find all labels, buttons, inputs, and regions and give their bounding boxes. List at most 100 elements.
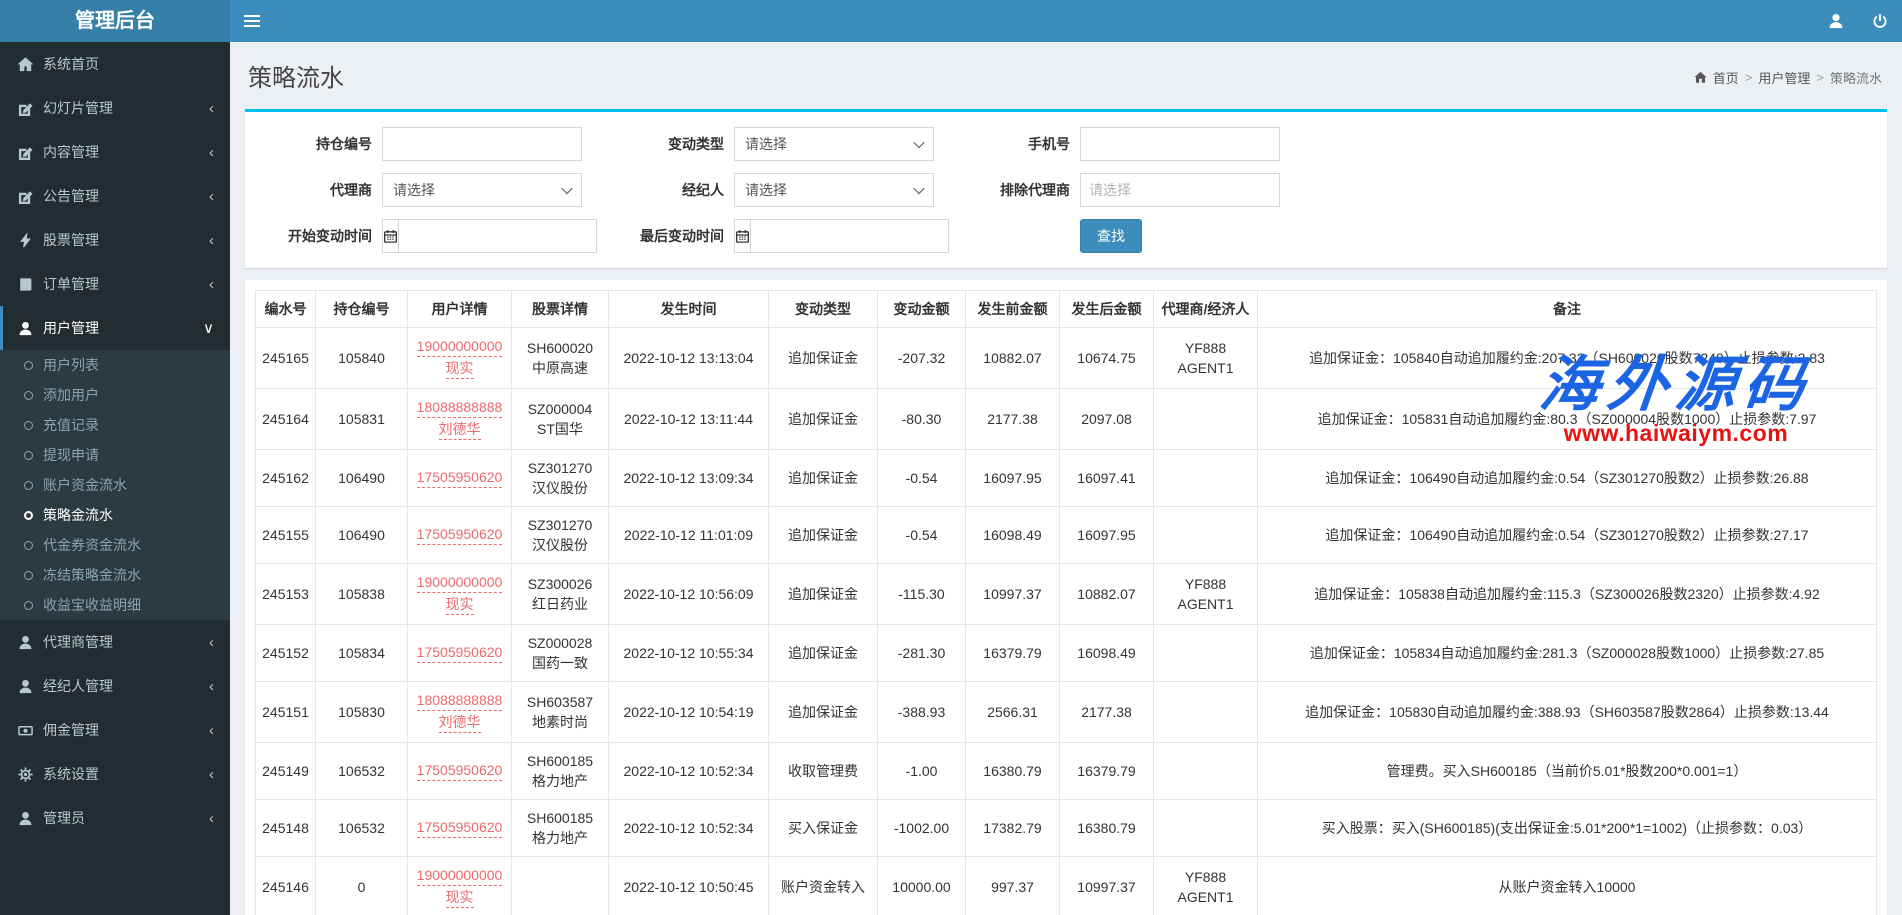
home-icon — [1694, 71, 1707, 84]
change-type-select[interactable]: 请选择 — [734, 127, 934, 161]
time-cell: 2022-10-12 10:52:34 — [609, 800, 769, 857]
before-amount-cell: 17382.79 — [966, 800, 1060, 857]
sidebar-item[interactable]: 系统设置 ‹ — [0, 752, 230, 796]
submenu-item[interactable]: 提现申请 — [0, 440, 230, 470]
breadcrumb-section[interactable]: 用户管理 — [1758, 68, 1810, 87]
agent-broker-cell — [1154, 625, 1258, 682]
column-header: 编水号 — [256, 291, 316, 328]
stock-name: 汉仪股份 — [516, 535, 604, 555]
sidebar-item[interactable]: 公告管理 ‹ — [0, 174, 230, 218]
user-detail-cell: 19000000000 现实 — [408, 564, 512, 625]
phone-input[interactable] — [1080, 127, 1280, 161]
user-detail-cell: 18088888888 刘德华 — [408, 682, 512, 743]
submenu-item[interactable]: 充值记录 — [0, 410, 230, 440]
submenu-item[interactable]: 用户列表 — [0, 350, 230, 380]
user-account-icon[interactable] — [1814, 0, 1858, 42]
column-header: 变动类型 — [769, 291, 878, 328]
user-name-link[interactable]: 刘德华 — [439, 420, 481, 440]
breadcrumb-home[interactable]: 首页 — [1713, 68, 1739, 87]
broker-label: 经纪人 — [582, 180, 734, 200]
user-name-link[interactable]: 现实 — [446, 595, 474, 615]
user-phone-link[interactable]: 17505950620 — [417, 525, 503, 545]
sidebar-item[interactable]: 幻灯片管理 ‹ — [0, 86, 230, 130]
sidebar-item-label: 股票管理 — [43, 230, 99, 250]
before-amount-cell: 997.37 — [966, 857, 1060, 915]
app-logo[interactable]: 管理后台 — [0, 0, 230, 42]
end-time-input[interactable] — [750, 219, 949, 253]
agent-selected-value: 请选择 — [393, 180, 435, 200]
user-phone-link[interactable]: 19000000000 — [417, 337, 503, 357]
sidebar-toggle-icon[interactable] — [230, 0, 274, 42]
after-amount-cell: 16097.41 — [1060, 450, 1154, 507]
exclude-agent-input[interactable] — [1080, 173, 1280, 207]
stock-name: 国药一致 — [516, 653, 604, 673]
sidebar-item-label: 系统设置 — [43, 764, 99, 784]
amount-cell: -388.93 — [878, 682, 966, 743]
start-time-input[interactable] — [398, 219, 597, 253]
submenu-item[interactable]: 账户资金流水 — [0, 470, 230, 500]
position-no-input[interactable] — [382, 127, 582, 161]
change-type-cell: 追加保证金 — [769, 450, 878, 507]
user-name-link[interactable]: 现实 — [446, 359, 474, 379]
records-panel: 编水号持仓编号用户详情股票详情发生时间变动类型变动金额发生前金额发生后金额代理商… — [245, 280, 1887, 915]
stock-name: 汉仪股份 — [516, 478, 604, 498]
submenu-item[interactable]: 收益宝收益明细 — [0, 590, 230, 620]
user-phone-link[interactable]: 17505950620 — [417, 643, 503, 663]
after-amount-cell: 16380.79 — [1060, 800, 1154, 857]
user-phone-link[interactable]: 17505950620 — [417, 468, 503, 488]
stock-code: SH603587 — [516, 692, 604, 712]
column-header: 代理商/经济人 — [1154, 291, 1258, 328]
sidebar-item[interactable]: 内容管理 ‹ — [0, 130, 230, 174]
flow-id-cell: 245155 — [256, 507, 316, 564]
user-detail-cell: 19000000000 现实 — [408, 328, 512, 389]
time-cell: 2022-10-12 10:55:34 — [609, 625, 769, 682]
stock-code: SZ000004 — [516, 399, 604, 419]
agent-broker-cell — [1154, 682, 1258, 743]
submenu-item[interactable]: 策略金流水 — [0, 500, 230, 530]
user-phone-link[interactable]: 17505950620 — [417, 761, 503, 781]
amount-cell: -80.30 — [878, 389, 966, 450]
sidebar-item[interactable]: 佣金管理 ‹ — [0, 708, 230, 752]
change-type-cell: 追加保证金 — [769, 389, 878, 450]
sidebar-item[interactable]: 经纪人管理 ‹ — [0, 664, 230, 708]
position-no-label: 持仓编号 — [255, 134, 382, 154]
sidebar-item[interactable]: 订单管理 ‹ — [0, 262, 230, 306]
sidebar-item[interactable]: 股票管理 ‹ — [0, 218, 230, 262]
sidebar-item-label: 用户管理 — [43, 318, 99, 338]
chevron-left-icon: ‹ — [209, 276, 230, 293]
chevron-left-icon: ‹ — [209, 634, 230, 651]
user-detail-cell: 17505950620 — [408, 507, 512, 564]
user-phone-link[interactable]: 18088888888 — [417, 691, 503, 711]
circle-icon — [24, 451, 33, 460]
circle-icon — [24, 391, 33, 400]
select-caret-icon — [913, 137, 924, 148]
select-caret-icon — [913, 183, 924, 194]
time-cell: 2022-10-12 11:01:09 — [609, 507, 769, 564]
user-name-link[interactable]: 现实 — [446, 888, 474, 908]
search-button[interactable]: 查找 — [1080, 219, 1142, 253]
user-name-link[interactable]: 刘德华 — [439, 713, 481, 733]
table-row: 245153 105838 19000000000 现实 SZ300026 红日… — [256, 564, 1877, 625]
user-phone-link[interactable]: 18088888888 — [417, 398, 503, 418]
submenu-item[interactable]: 代金券资金流水 — [0, 530, 230, 560]
stock-name: 地素时尚 — [516, 712, 604, 732]
user-phone-link[interactable]: 19000000000 — [417, 573, 503, 593]
sidebar-item[interactable]: 代理商管理 ‹ — [0, 620, 230, 664]
user-detail-cell: 17505950620 — [408, 800, 512, 857]
sidebar-item-user-management[interactable]: 用户管理 ∨ — [0, 306, 230, 350]
user-phone-link[interactable]: 19000000000 — [417, 866, 503, 886]
sidebar-item[interactable]: 系统首页 — [0, 42, 230, 86]
submenu-item[interactable]: 冻结策略金流水 — [0, 560, 230, 590]
sidebar-item[interactable]: 管理员 ‹ — [0, 796, 230, 840]
logout-power-icon[interactable] — [1858, 0, 1902, 42]
circle-icon — [24, 421, 33, 430]
stock-detail-cell: SH600185 格力地产 — [512, 800, 609, 857]
position-no-cell: 106490 — [316, 507, 408, 564]
user-detail-cell: 17505950620 — [408, 743, 512, 800]
agent-select[interactable]: 请选择 — [382, 173, 582, 207]
user-phone-link[interactable]: 17505950620 — [417, 818, 503, 838]
broker-select[interactable]: 请选择 — [734, 173, 934, 207]
calendar-icon — [734, 219, 750, 253]
chevron-left-icon: ‹ — [209, 144, 230, 161]
submenu-item[interactable]: 添加用户 — [0, 380, 230, 410]
